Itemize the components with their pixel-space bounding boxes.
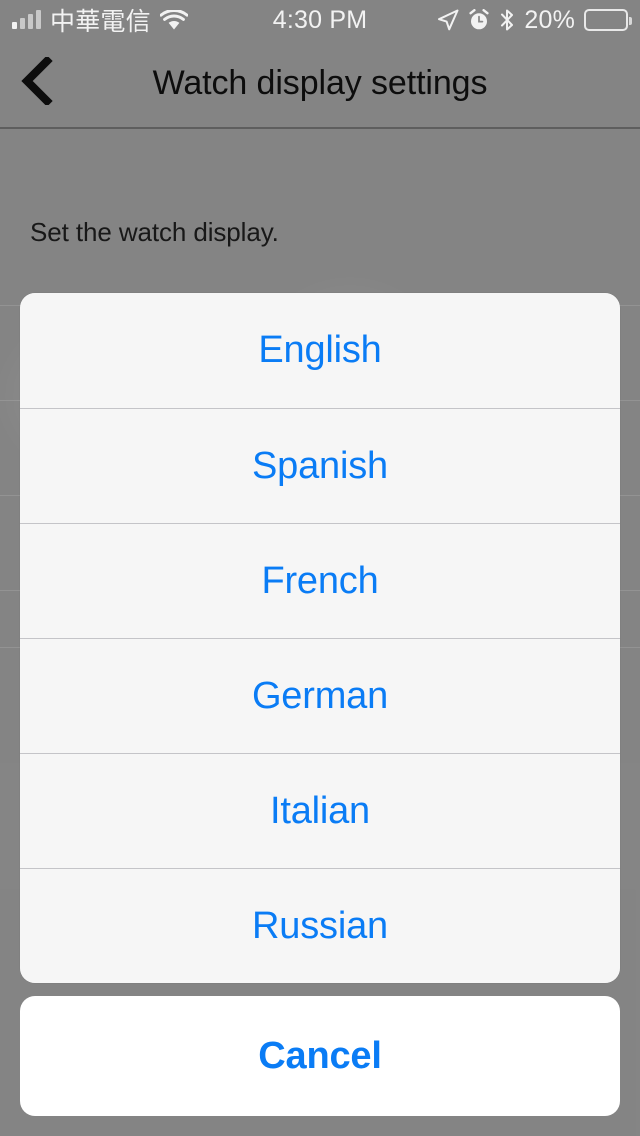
action-sheet-option-french[interactable]: French xyxy=(20,523,620,638)
battery-percent-label: 20% xyxy=(524,5,575,34)
wifi-icon xyxy=(159,9,188,31)
cancel-button[interactable]: Cancel xyxy=(20,996,620,1116)
cellular-signal-icon xyxy=(12,10,41,29)
action-sheet: English Spanish French German Italian Russian… xyxy=(20,293,620,1116)
carrier-label: 中華電信 xyxy=(50,8,151,36)
bluetooth-icon xyxy=(499,8,515,32)
action-sheet-option-italian[interactable]: Italian xyxy=(20,753,620,868)
action-sheet-option-spanish[interactable]: Spanish xyxy=(20,408,620,523)
action-sheet-option-russian[interactable]: Russian xyxy=(20,868,620,983)
action-sheet-option-english[interactable]: English xyxy=(20,293,620,408)
status-bar-left: 中華電信 xyxy=(12,2,188,38)
battery-icon xyxy=(584,9,632,31)
phone-screen: 中華電信 4:30 PM 20% Watch display settings … xyxy=(0,0,640,1136)
action-sheet-option-german[interactable]: German xyxy=(20,638,620,753)
status-bar: 中華電信 4:30 PM 20% xyxy=(0,0,640,40)
status-bar-right: 20% xyxy=(437,5,632,35)
action-sheet-cancel-group: Cancel xyxy=(20,996,620,1116)
alarm-clock-icon xyxy=(468,9,490,31)
action-sheet-options-group: English Spanish French German Italian Russian xyxy=(20,293,620,983)
page-title: Watch display settings xyxy=(152,64,488,102)
location-arrow-icon xyxy=(437,9,459,31)
navigation-bar: Watch display settings xyxy=(0,40,640,129)
